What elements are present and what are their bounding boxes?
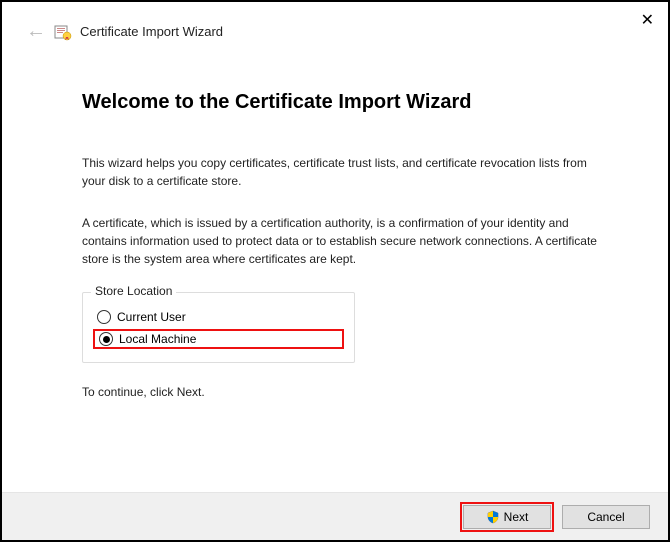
uac-shield-icon xyxy=(486,510,500,524)
store-location-legend: Store Location xyxy=(91,284,176,298)
intro-paragraph-2: A certificate, which is issued by a cert… xyxy=(82,214,603,268)
wizard-header: ← Certificate Import Wizard xyxy=(2,2,668,51)
intro-paragraph-1: This wizard helps you copy certificates,… xyxy=(82,154,603,190)
radio-button-icon[interactable] xyxy=(99,332,113,346)
wizard-title: Certificate Import Wizard xyxy=(80,24,223,39)
page-heading: Welcome to the Certificate Import Wizard xyxy=(82,91,603,114)
cancel-button[interactable]: Cancel xyxy=(562,505,650,529)
back-arrow-icon[interactable]: ← xyxy=(26,20,46,43)
cancel-button-label: Cancel xyxy=(587,510,624,524)
radio-local-machine[interactable]: Local Machine xyxy=(93,329,344,349)
radio-label-current-user: Current User xyxy=(117,310,186,324)
radio-current-user[interactable]: Current User xyxy=(97,308,340,326)
radio-label-local-machine: Local Machine xyxy=(119,332,196,346)
next-button[interactable]: Next xyxy=(463,505,551,529)
next-button-label: Next xyxy=(504,510,529,524)
store-location-group: Store Location Current User Local Machin… xyxy=(82,292,355,363)
close-icon[interactable]: ✕ xyxy=(641,10,654,30)
continue-instruction: To continue, click Next. xyxy=(82,385,603,399)
certificate-wizard-icon xyxy=(54,23,72,41)
wizard-footer: Next Cancel xyxy=(2,492,668,540)
radio-button-icon[interactable] xyxy=(97,310,111,324)
wizard-content: Welcome to the Certificate Import Wizard… xyxy=(2,51,668,409)
